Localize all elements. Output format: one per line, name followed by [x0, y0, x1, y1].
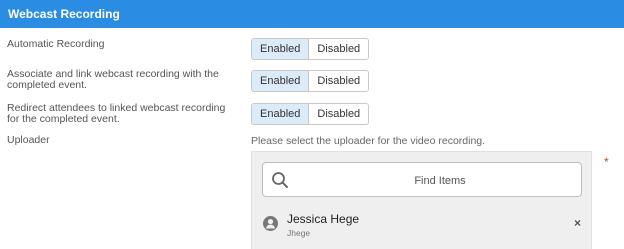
- section-title: Webcast Recording: [8, 7, 120, 21]
- automatic-recording-disabled-option[interactable]: Disabled: [308, 39, 369, 59]
- remove-uploader-icon[interactable]: ×: [574, 216, 581, 230]
- find-items-search[interactable]: [262, 162, 582, 197]
- automatic-recording-toggle[interactable]: Enabled Disabled: [251, 38, 370, 60]
- uploader-label: Uploader: [7, 134, 50, 146]
- redirect-attendees-disabled-option[interactable]: Disabled: [308, 104, 369, 124]
- required-indicator: *: [604, 155, 609, 169]
- redirect-attendees-enabled-option[interactable]: Enabled: [252, 104, 309, 124]
- uploader-hint: Please select the uploader for the video…: [251, 135, 486, 147]
- automatic-recording-enabled-option[interactable]: Enabled: [252, 39, 309, 59]
- associate-link-toggle[interactable]: Enabled Disabled: [251, 70, 370, 92]
- find-items-input[interactable]: [303, 169, 577, 193]
- selected-user-name: Jessica Hege: [287, 212, 360, 226]
- user-avatar-icon: [263, 216, 278, 231]
- associate-link-disabled-option[interactable]: Disabled: [308, 71, 369, 91]
- associate-link-enabled-option[interactable]: Enabled: [252, 71, 309, 91]
- associate-link-label: Associate and link webcast recording wit…: [7, 68, 219, 91]
- redirect-attendees-toggle[interactable]: Enabled Disabled: [251, 103, 370, 125]
- redirect-attendees-label: Redirect attendees to linked webcast rec…: [7, 102, 226, 125]
- automatic-recording-label: Automatic Recording: [7, 38, 105, 50]
- section-header: Webcast Recording: [0, 0, 624, 28]
- uploader-picker: Jessica Hege Jhege ×: [251, 151, 592, 249]
- selected-user-username: Jhege: [287, 228, 311, 238]
- selected-uploader-item: Jessica Hege Jhege ×: [252, 209, 591, 249]
- search-icon: [271, 171, 289, 189]
